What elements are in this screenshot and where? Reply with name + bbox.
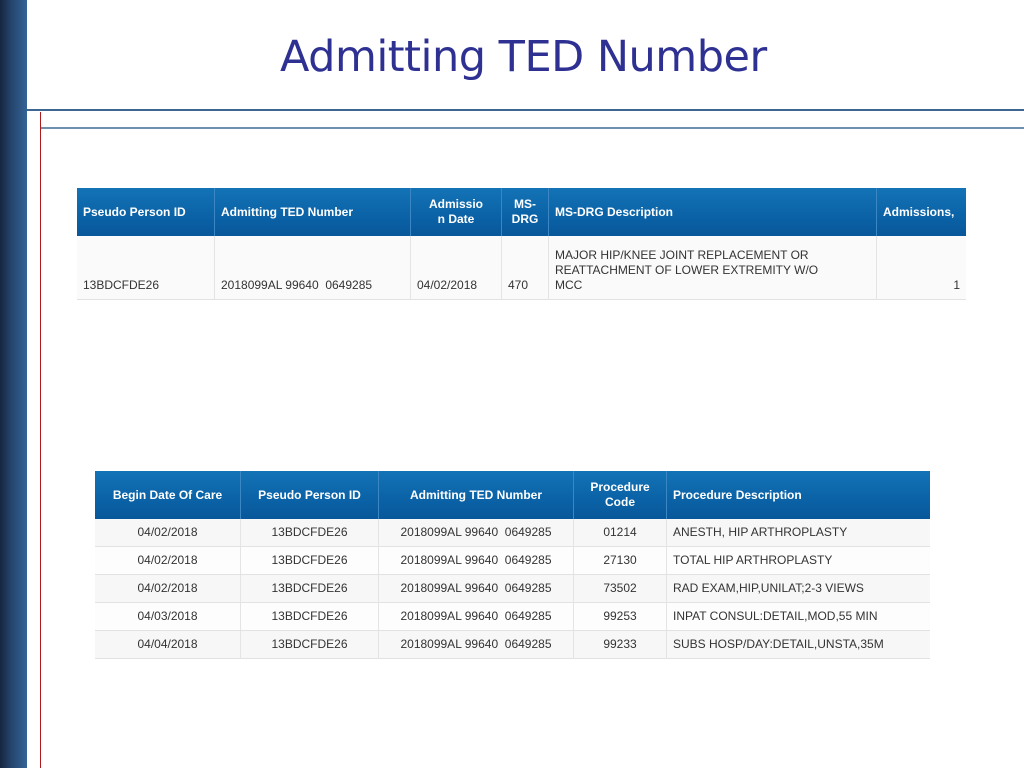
cell-ms-drg: 470 (501, 236, 549, 300)
admission-date-header-part1: Admissio (428, 197, 483, 211)
cell-admitting-ted-number: 2018099AL 99640 0649285 (378, 630, 574, 659)
cell-ms-drg-description: MAJOR HIP/KNEE JOINT REPLACEMENT OR REAT… (548, 236, 877, 300)
table-row: 04/02/2018 13BDCFDE26 2018099AL 99640 06… (95, 519, 930, 547)
cell-begin-date: 04/02/2018 (95, 519, 241, 547)
column-header-procedure-description[interactable]: Procedure Description (666, 471, 930, 519)
cell-procedure-description: ANESTH, HIP ARTHROPLASTY (666, 519, 930, 547)
cell-pseudo-person-id: 13BDCFDE26 (240, 630, 379, 659)
cell-begin-date: 04/04/2018 (95, 630, 241, 659)
cell-begin-date: 04/02/2018 (95, 546, 241, 575)
procedures-table: Begin Date Of Care Pseudo Person ID Admi… (95, 471, 930, 659)
cell-pseudo-person-id: 13BDCFDE26 (77, 236, 215, 300)
cell-pseudo-person-id: 13BDCFDE26 (240, 546, 379, 575)
table-row: 13BDCFDE26 2018099AL 99640 0649285 04/02… (77, 236, 966, 300)
cell-procedure-description: SUBS HOSP/DAY:DETAIL,UNSTA,35M (666, 630, 930, 659)
table-row: 04/02/2018 13BDCFDE26 2018099AL 99640 06… (95, 574, 930, 603)
cell-procedure-code: 01214 (573, 519, 667, 547)
admissions-table-header-row: Pseudo Person ID Admitting TED Number Ad… (77, 188, 966, 236)
column-header-admissions[interactable]: Admissions, (876, 188, 966, 236)
cell-admitting-ted-number: 2018099AL 99640 0649285 (378, 574, 574, 603)
cell-begin-date: 04/02/2018 (95, 574, 241, 603)
cell-procedure-description: RAD EXAM,HIP,UNILAT;2-3 VIEWS (666, 574, 930, 603)
title-divider-bottom (40, 127, 1024, 129)
column-header-pseudo-person-id[interactable]: Pseudo Person ID (77, 188, 215, 236)
cell-procedure-code: 73502 (573, 574, 667, 603)
cell-admission-date: 04/02/2018 (410, 236, 502, 300)
title-divider-top (27, 109, 1024, 111)
cell-pseudo-person-id: 13BDCFDE26 (240, 602, 379, 631)
column-header-ms-drg-description[interactable]: MS-DRG Description (548, 188, 877, 236)
cell-admissions: 1 (876, 236, 966, 300)
margin-red-line (40, 112, 41, 768)
column-header-admitting-ted-number[interactable]: Admitting TED Number (214, 188, 411, 236)
column-header-begin-date-of-care[interactable]: Begin Date Of Care (95, 471, 241, 519)
cell-procedure-code: 99233 (573, 630, 667, 659)
slide-side-bar (0, 0, 27, 768)
column-header-admitting-ted-number[interactable]: Admitting TED Number (378, 471, 574, 519)
column-header-ms-drg[interactable]: MS-DRG (501, 188, 549, 236)
admissions-table: Pseudo Person ID Admitting TED Number Ad… (77, 188, 966, 300)
cell-admitting-ted-number: 2018099AL 99640 0649285 (214, 236, 411, 300)
cell-begin-date: 04/03/2018 (95, 602, 241, 631)
column-header-pseudo-person-id[interactable]: Pseudo Person ID (240, 471, 379, 519)
table-row: 04/04/2018 13BDCFDE26 2018099AL 99640 06… (95, 630, 930, 659)
cell-procedure-description: TOTAL HIP ARTHROPLASTY (666, 546, 930, 575)
column-header-procedure-code[interactable]: Procedure Code (573, 471, 667, 519)
cell-procedure-code: 99253 (573, 602, 667, 631)
procedures-table-header-row: Begin Date Of Care Pseudo Person ID Admi… (95, 471, 930, 519)
column-header-admission-date[interactable]: Admissio n Date (410, 188, 502, 236)
cell-pseudo-person-id: 13BDCFDE26 (240, 574, 379, 603)
table-row: 04/03/2018 13BDCFDE26 2018099AL 99640 06… (95, 602, 930, 631)
slide-title: Admitting TED Number (280, 32, 767, 82)
cell-admitting-ted-number: 2018099AL 99640 0649285 (378, 519, 574, 547)
admission-date-header-part2: n Date (437, 212, 475, 226)
cell-admitting-ted-number: 2018099AL 99640 0649285 (378, 546, 574, 575)
cell-procedure-code: 27130 (573, 546, 667, 575)
cell-procedure-description: INPAT CONSUL:DETAIL,MOD,55 MIN (666, 602, 930, 631)
table-row: 04/02/2018 13BDCFDE26 2018099AL 99640 06… (95, 546, 930, 575)
cell-admitting-ted-number: 2018099AL 99640 0649285 (378, 602, 574, 631)
cell-pseudo-person-id: 13BDCFDE26 (240, 519, 379, 547)
